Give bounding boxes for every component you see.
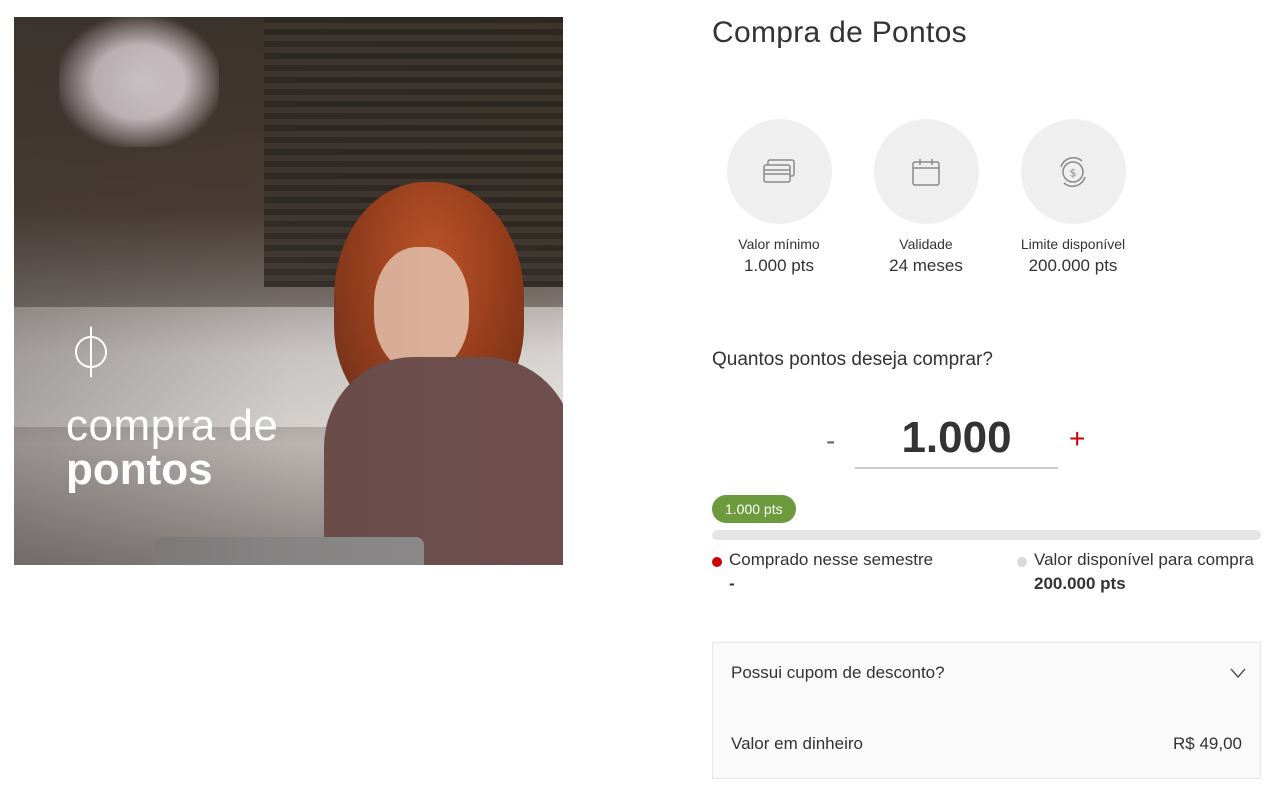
info-circle xyxy=(726,119,832,224)
info-value: 1.000 pts xyxy=(744,256,814,275)
svg-text:$: $ xyxy=(1070,166,1077,179)
legend-purchased: Comprado nesse semestre - xyxy=(712,550,933,594)
quantity-stepper: - + xyxy=(812,405,1112,485)
info-label: Valor mínimo xyxy=(738,236,820,252)
purchased-dot-icon xyxy=(712,557,722,567)
coupon-summary-box: Possui cupom de desconto? Valor em dinhe… xyxy=(712,642,1261,779)
brand-symbol-icon: ⏀ xyxy=(66,325,116,383)
page-title: Compra de Pontos xyxy=(712,16,967,49)
info-circle: $ xyxy=(1020,119,1126,224)
quantity-question: Quantos pontos deseja comprar? xyxy=(712,349,993,370)
info-value: 24 meses xyxy=(889,256,963,275)
available-dot-icon xyxy=(1017,557,1027,567)
purchase-panel: Compra de Pontos Valor mínimo 1.000 pts … xyxy=(712,0,1262,790)
info-value: 200.000 pts xyxy=(1028,256,1118,275)
info-label: Limite disponível xyxy=(1020,236,1126,252)
promo-title-light: compra de xyxy=(66,401,279,450)
info-circle xyxy=(873,119,979,224)
info-card-validity: Validade 24 meses xyxy=(856,119,996,276)
chevron-down-icon xyxy=(1230,668,1246,679)
legend-label: Valor disponível para compra xyxy=(1034,550,1254,569)
purchase-progress-bar xyxy=(712,530,1261,540)
info-label: Validade xyxy=(899,236,953,252)
cycle-money-icon: $ xyxy=(1060,156,1086,187)
legend-value: - xyxy=(729,574,735,593)
legend-available: Valor disponível para compra 200.000 pts xyxy=(1017,550,1254,594)
promo-image: ⏀ compra de pontos xyxy=(14,17,563,565)
decrease-button[interactable]: - xyxy=(826,425,835,457)
coupon-toggle[interactable]: Possui cupom de desconto? xyxy=(713,643,1260,705)
legend-value: 200.000 pts xyxy=(1034,574,1126,593)
info-card-limit: $ Limite disponível 200.000 pts xyxy=(1003,119,1143,276)
cash-label: Valor em dinheiro xyxy=(731,734,863,753)
promo-title-bold: pontos xyxy=(66,445,213,494)
quantity-input[interactable] xyxy=(855,413,1058,469)
credit-card-icon xyxy=(763,158,795,183)
selected-points-badge: 1.000 pts xyxy=(712,495,796,523)
legend-label: Comprado nesse semestre xyxy=(729,550,934,569)
info-card-min-value: Valor mínimo 1.000 pts xyxy=(709,119,849,276)
increase-button[interactable]: + xyxy=(1069,423,1085,455)
coupon-label: Possui cupom de desconto? xyxy=(731,663,945,682)
calendar-icon xyxy=(912,158,940,186)
cash-value: R$ 49,00 xyxy=(1173,734,1242,753)
